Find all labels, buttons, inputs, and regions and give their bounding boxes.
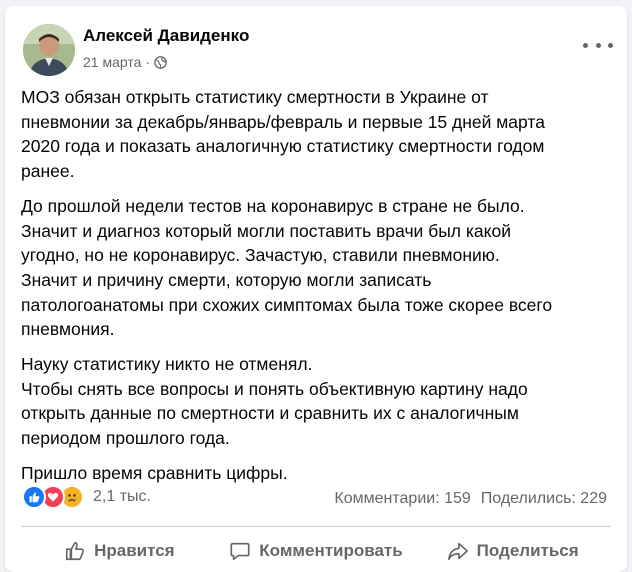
post-paragraph: Науку статистику никто не отменял. Чтобы…	[21, 354, 528, 449]
post-text: МОЗ обязан открыть статистику смертности…	[21, 85, 613, 496]
avatar-photo	[23, 24, 75, 76]
like-button-label: Нравится	[94, 541, 175, 560]
like-icon	[22, 485, 46, 509]
meta-separator: ·	[145, 54, 151, 70]
shares-count[interactable]: Поделились: 229	[481, 490, 607, 508]
globe-icon	[154, 55, 167, 69]
comment-icon	[230, 542, 250, 561]
post-date[interactable]: 21 марта	[83, 54, 141, 70]
post-paragraph: МОЗ обязан открыть статистику смертности…	[21, 87, 545, 182]
thumbs-up-icon	[66, 541, 85, 561]
comment-button[interactable]: Комментировать	[218, 532, 415, 570]
post-paragraph: До прошлой недели тестов на коронавирус …	[21, 195, 553, 340]
post-paragraph: Пришло время сравнить цифры.	[21, 462, 288, 483]
post-meta: 21 марта ·	[83, 54, 167, 70]
reactions-count[interactable]: 2,1 тыс.	[93, 488, 151, 506]
share-button-label: Поделиться	[476, 541, 579, 560]
post-actions: Нравится Комментировать Поделиться	[21, 532, 611, 570]
more-options-button[interactable]	[583, 34, 613, 56]
author-name[interactable]: Алексей Давиденко	[83, 26, 249, 46]
reactions-summary[interactable]: 2,1 тыс.	[22, 485, 151, 509]
comments-count[interactable]: Комментарии: 159	[334, 490, 470, 508]
comment-button-label: Комментировать	[259, 541, 403, 560]
more-dot-icon	[583, 42, 588, 48]
more-dot-icon	[595, 42, 601, 48]
post-stats: Комментарии: 159 Поделились: 229	[334, 490, 607, 508]
post-card: Алексей Давиденко 21 марта · МОЗ обязан …	[5, 6, 627, 572]
more-dot-icon	[608, 42, 613, 48]
avatar[interactable]	[23, 24, 75, 76]
share-button[interactable]: Поделиться	[414, 532, 611, 570]
like-button[interactable]: Нравится	[21, 532, 218, 570]
share-icon	[447, 542, 468, 561]
divider	[21, 526, 611, 527]
